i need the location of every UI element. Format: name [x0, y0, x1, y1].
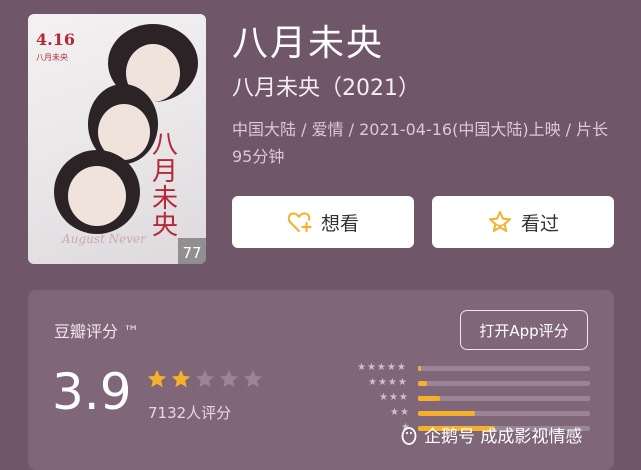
open-app-rate-button[interactable]: 打开App评分: [460, 310, 588, 350]
distribution-track: [418, 366, 590, 371]
distribution-bar: [418, 366, 422, 371]
watched-label: 看过: [520, 212, 559, 235]
heart-plus-icon: [287, 212, 312, 233]
movie-meta: 中国大陆 / 爱情 / 2021-04-16(中国大陆)上映 / 片长95分钟: [232, 120, 609, 166]
movie-title: 八月未央: [232, 23, 385, 64]
rating-stars: [146, 368, 264, 390]
rating-count: 7132人评分: [148, 404, 232, 422]
poster-vertical-title: 八月未央: [152, 130, 179, 241]
distribution-star-label: ★★★: [379, 392, 409, 403]
rating-score: 3.9: [52, 363, 132, 421]
poster-figure-face-3: [68, 166, 126, 226]
distribution-star-label: ★★: [390, 407, 410, 418]
watermark-text: 企鹅号 成成影视情感: [424, 427, 583, 447]
distribution-bar: [418, 396, 441, 401]
rating-distribution-row: ★★★★★: [346, 362, 596, 374]
rating-distribution-row: ★★★: [346, 392, 596, 404]
movie-poster[interactable]: 4.16 八月未央 八月未央 August Never 77: [28, 14, 206, 264]
star-empty-icon: [219, 369, 239, 388]
poster-score-badge: 77: [178, 238, 206, 264]
want-to-watch-button[interactable]: 想看: [232, 196, 414, 248]
distribution-bar: [418, 381, 427, 386]
penguin-icon: [401, 426, 417, 445]
distribution-track: [418, 381, 590, 386]
distribution-star-label: ★★★★: [368, 377, 408, 388]
star-filled-icon: [147, 369, 167, 388]
distribution-track: [418, 396, 590, 401]
star-empty-icon: [195, 369, 215, 388]
distribution-track: [418, 411, 590, 416]
star-empty-icon: [243, 369, 263, 388]
watermark: 企鹅号 成成影视情感: [400, 422, 582, 447]
star-filled-icon: [171, 369, 191, 388]
star-outline-icon: [488, 211, 511, 232]
want-to-watch-label: 想看: [320, 212, 359, 235]
poster-date: 4.16: [36, 30, 75, 49]
poster-script-text: August Never: [62, 232, 146, 246]
movie-subtitle: 八月未央（2021）: [232, 76, 420, 101]
poster-subtext: 八月未央: [36, 53, 68, 62]
rating-distribution-row: ★★★★: [346, 377, 596, 389]
distribution-star-label: ★★★★★: [357, 362, 407, 373]
distribution-bar: [418, 411, 475, 416]
rating-distribution-row: ★★: [346, 407, 596, 419]
douban-rating-label: 豆瓣评分 ™: [54, 322, 140, 341]
watched-button[interactable]: 看过: [432, 196, 614, 248]
